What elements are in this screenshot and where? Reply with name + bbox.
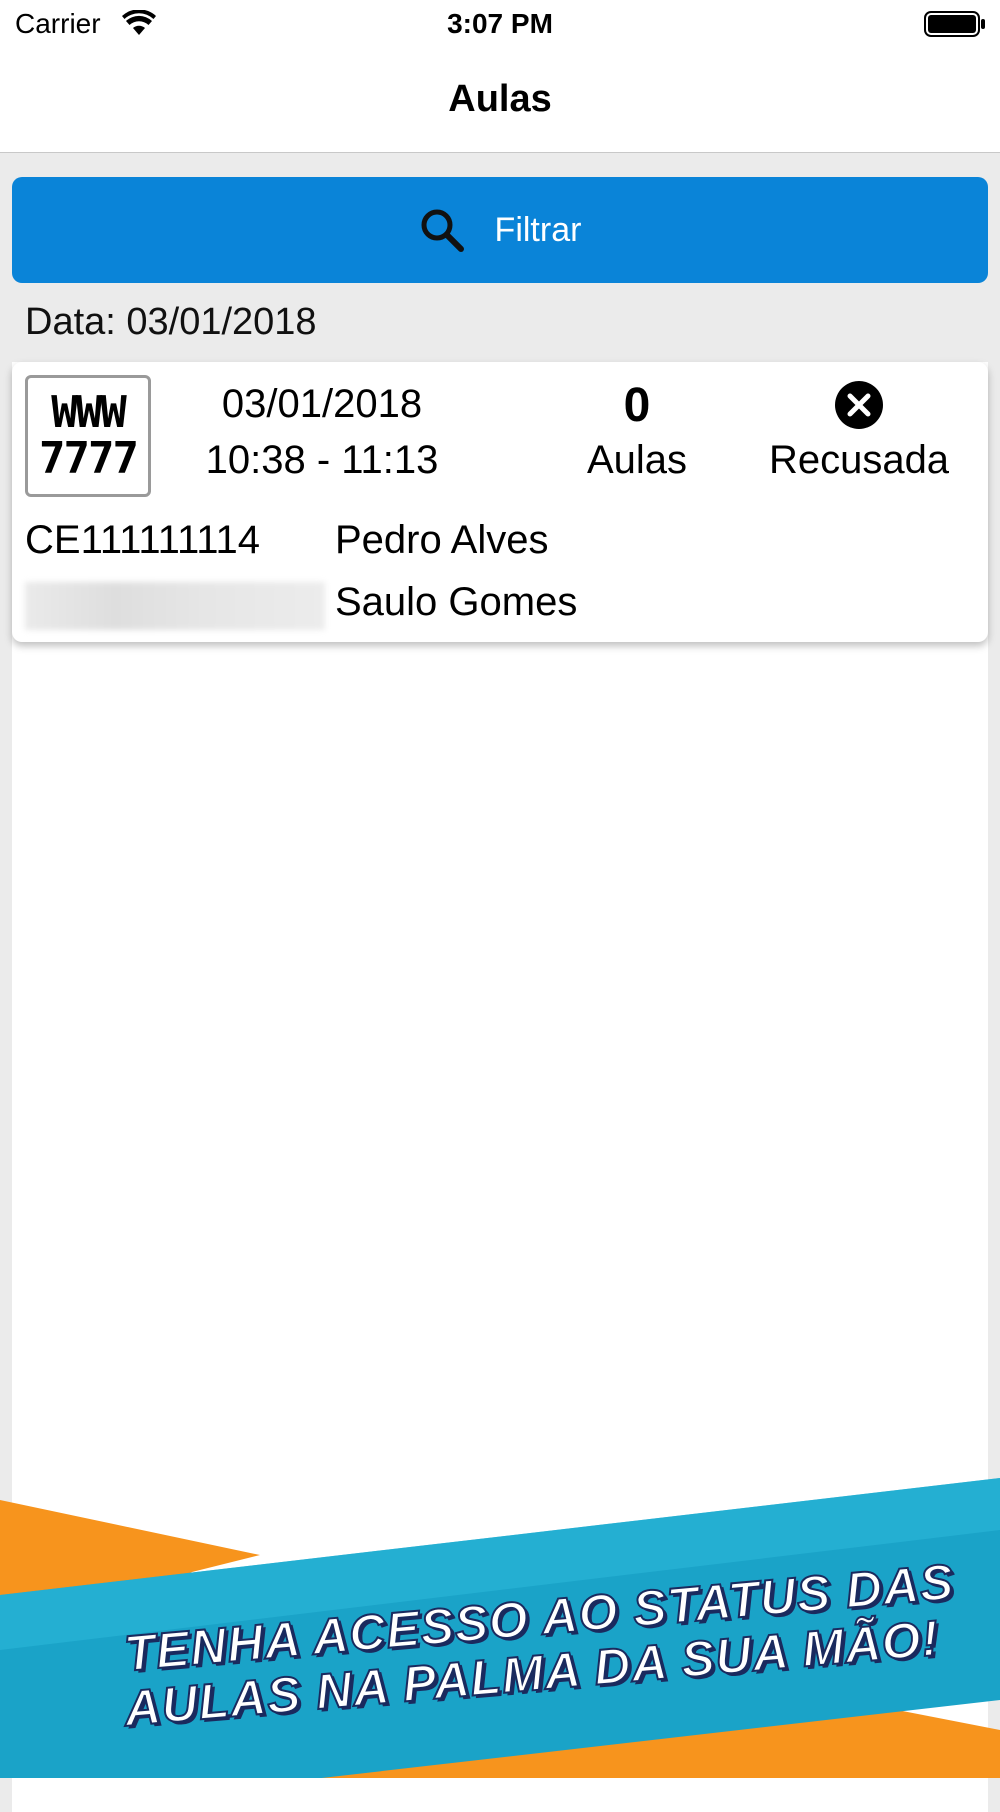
lesson-code: CE111111114: [25, 518, 260, 562]
navigation-bar: Aulas: [0, 50, 1000, 153]
clock-label: 3:07 PM: [447, 8, 553, 39]
search-icon: [421, 209, 464, 252]
promo-text: TENHA ACESSO AO STATUS DAS AULAS NA PALM…: [0, 1475, 1000, 1778]
close-circle-icon: [835, 381, 883, 429]
instructor-name: Saulo Gomes: [335, 580, 578, 624]
status-badge: Recusada: [768, 438, 950, 482]
plate-letters: WWW: [51, 387, 126, 438]
filter-button-label: Filtrar: [494, 210, 582, 249]
lesson-count: 0: [623, 379, 651, 432]
page-title: Aulas: [448, 78, 552, 120]
lesson-date: 03/01/2018: [221, 382, 423, 426]
status-bar: Carrier 3:07 PM: [0, 0, 1000, 50]
license-plate-icon: WWW 7777: [25, 375, 151, 497]
lesson-count-label: Aulas: [586, 438, 688, 482]
student-name: Pedro Alves: [335, 518, 549, 562]
lesson-time: 10:38 - 11:13: [205, 438, 439, 482]
date-section-header: Data: 03/01/2018: [25, 301, 317, 343]
redacted-field: [25, 582, 325, 630]
filter-button[interactable]: Filtrar: [12, 177, 988, 283]
battery-icon: [924, 11, 985, 37]
lesson-card[interactable]: WWW 7777 03/01/2018 10:38 - 11:13 0 Aula…: [12, 362, 988, 642]
plate-numbers: 7777: [39, 433, 139, 484]
